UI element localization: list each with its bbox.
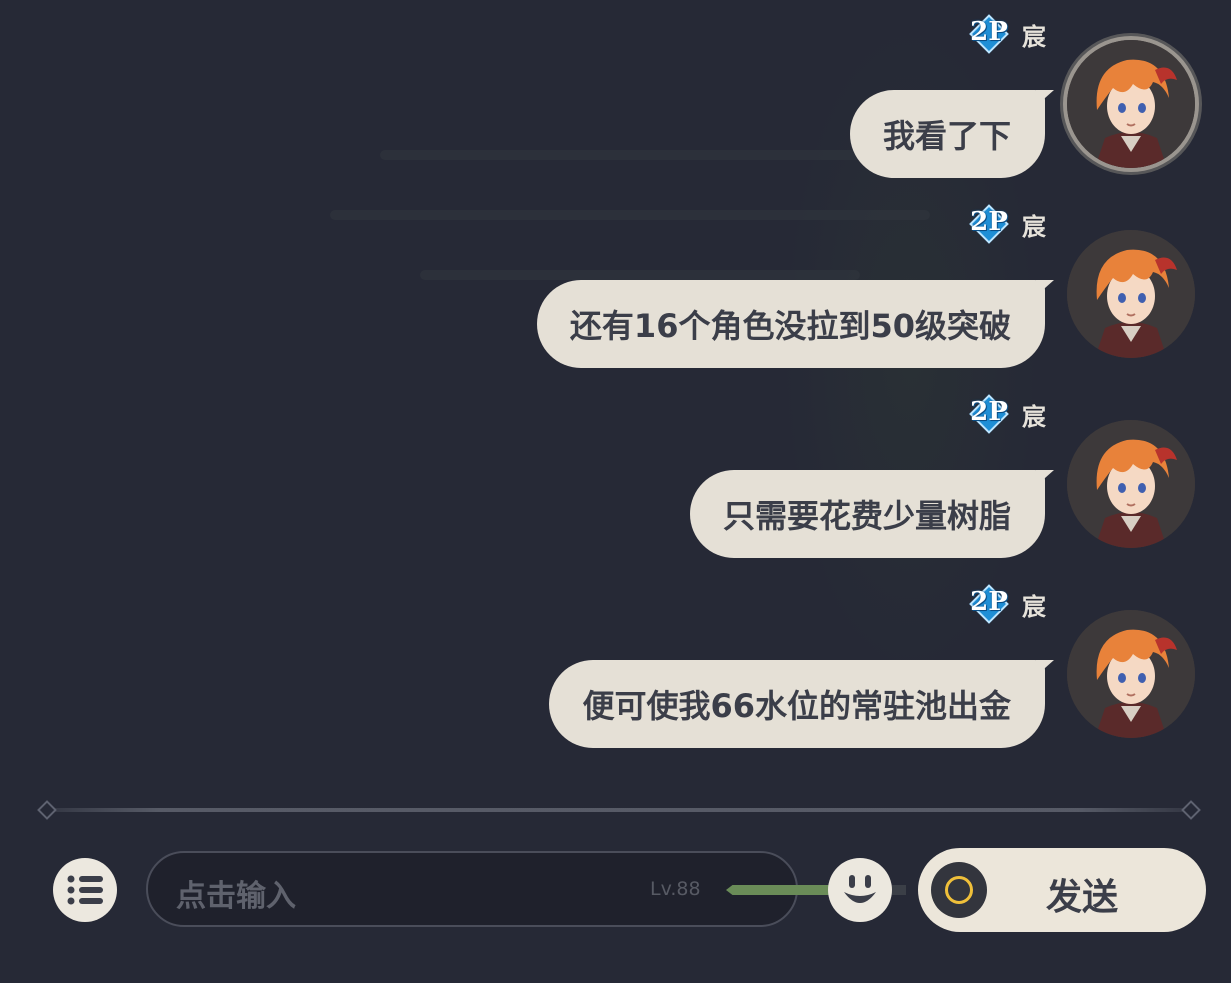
sender-name: 宸 (1022, 402, 1046, 431)
sender-name: 宸 (1022, 212, 1046, 241)
2p-badge-icon: 2P (968, 583, 1010, 625)
message-sender: 2P 宸 (968, 394, 1046, 434)
sender-name: 宸 (1022, 592, 1046, 621)
message-sender: 2P 宸 (968, 14, 1046, 54)
menu-button[interactable] (53, 858, 117, 922)
chat-message: 2P 宸 只需要花费少量树脂 (0, 380, 1231, 570)
level-progress-fill (726, 885, 834, 895)
chat-message: 2P 宸 便可使我66水位的常驻池出金 (0, 570, 1231, 760)
chat-input-placeholder: 点击输入 (176, 879, 296, 914)
level-label: Lv.88 (650, 878, 701, 900)
list-icon (67, 875, 103, 905)
2p-badge-icon: 2P (968, 203, 1010, 245)
message-bubble: 我看了下 (849, 90, 1055, 178)
message-bubble: 便可使我66水位的常驻池出金 (549, 660, 1054, 748)
avatar[interactable] (1067, 40, 1195, 168)
emoji-button[interactable] (828, 858, 892, 922)
avatar[interactable] (1067, 230, 1195, 358)
avatar[interactable] (1067, 420, 1195, 548)
message-bubble: 只需要花费少量树脂 (689, 470, 1055, 558)
send-button[interactable]: 发送 (918, 848, 1206, 932)
sender-name: 宸 (1022, 22, 1046, 51)
avatar-portrait-icon (1067, 420, 1195, 548)
message-sender: 2P 宸 (968, 584, 1046, 624)
chat-message: 2P 宸 还有16个角色没拉到50级突破 (0, 190, 1231, 380)
avatar-portrait-icon (1067, 230, 1195, 358)
message-bubble: 还有16个角色没拉到50级突破 (536, 280, 1055, 368)
smiley-icon (844, 875, 876, 903)
message-sender: 2P 宸 (968, 204, 1046, 244)
2p-badge-icon: 2P (968, 393, 1010, 435)
avatar-portrait-icon (1067, 610, 1195, 738)
chat-message: 2P 宸 我看了下 (0, 0, 1231, 190)
2p-badge-icon: 2P (968, 13, 1010, 55)
ring-icon (931, 862, 987, 918)
chat-divider (44, 808, 1194, 812)
avatar[interactable] (1067, 610, 1195, 738)
send-button-label: 发送 (1046, 877, 1119, 918)
avatar-portrait-icon (1067, 40, 1195, 168)
